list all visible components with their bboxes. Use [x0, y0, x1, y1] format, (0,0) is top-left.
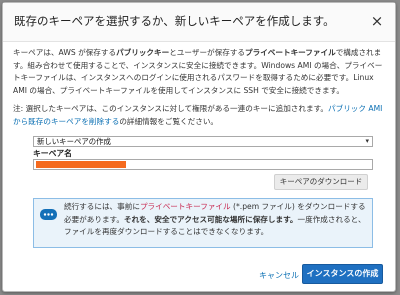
info-bold: それを、安全でアクセス可能な場所に保存します。 — [124, 214, 298, 224]
info-highlight: プライベートキーファイル — [139, 202, 231, 211]
keypair-option-select[interactable]: 新しいキーペアの作成 ▾ — [33, 136, 373, 147]
info-box: 続行するには、事前にプライベートキーファイル (*.pem ファイル) をダウン… — [33, 198, 373, 248]
keypair-description: キーペアは、AWS が保存するパブリックキーとユーザーが保存するプライベートキー… — [13, 47, 387, 97]
note-text-1: 注: 選択したキーペアは、このインスタンスに対して権限がある一連のキーに追加され… — [13, 104, 329, 113]
download-keypair-button[interactable]: キーペアのダウンロード — [274, 174, 368, 190]
redacted-keypair-name — [36, 161, 126, 168]
keypair-note: 注: 選択したキーペアは、このインスタンスに対して権限がある一連のキーに追加され… — [13, 103, 387, 128]
close-icon[interactable]: × — [368, 12, 386, 30]
chevron-down-icon: ▾ — [365, 137, 369, 145]
info-message: 続行するには、事前にプライベートキーファイル (*.pem ファイル) をダウン… — [64, 201, 369, 239]
dialog-title: 既存のキーペアを選択するか、新しいキーペアを作成します。 — [14, 14, 335, 28]
keypair-option-value: 新しいキーペアの作成 — [37, 137, 111, 146]
description-private-key: プライベートキーファイル — [245, 48, 336, 57]
note-text-2: の詳細情報をご覧ください。 — [119, 116, 219, 126]
description-text-1: キーペアは、AWS が保存する — [13, 48, 117, 57]
launch-instance-button[interactable]: インスタンスの作成 — [302, 264, 383, 284]
description-public-key: パブリックキー — [116, 48, 170, 57]
keypair-name-label: キーペア名 — [33, 149, 72, 158]
dialog-header: 既存のキーペアを選択するか、新しいキーペアを作成します。 × — [3, 3, 395, 42]
description-text-2: とユーザーが保存する — [169, 48, 246, 57]
keypair-dialog: 既存のキーペアを選択するか、新しいキーペアを作成します。 × キーペアは、AWS… — [2, 2, 396, 292]
info-text-1: 続行するには、事前に — [64, 202, 140, 211]
cancel-button[interactable]: キャンセル — [259, 270, 299, 281]
chat-bubble-icon — [40, 209, 57, 220]
keypair-name-input[interactable] — [33, 159, 373, 170]
